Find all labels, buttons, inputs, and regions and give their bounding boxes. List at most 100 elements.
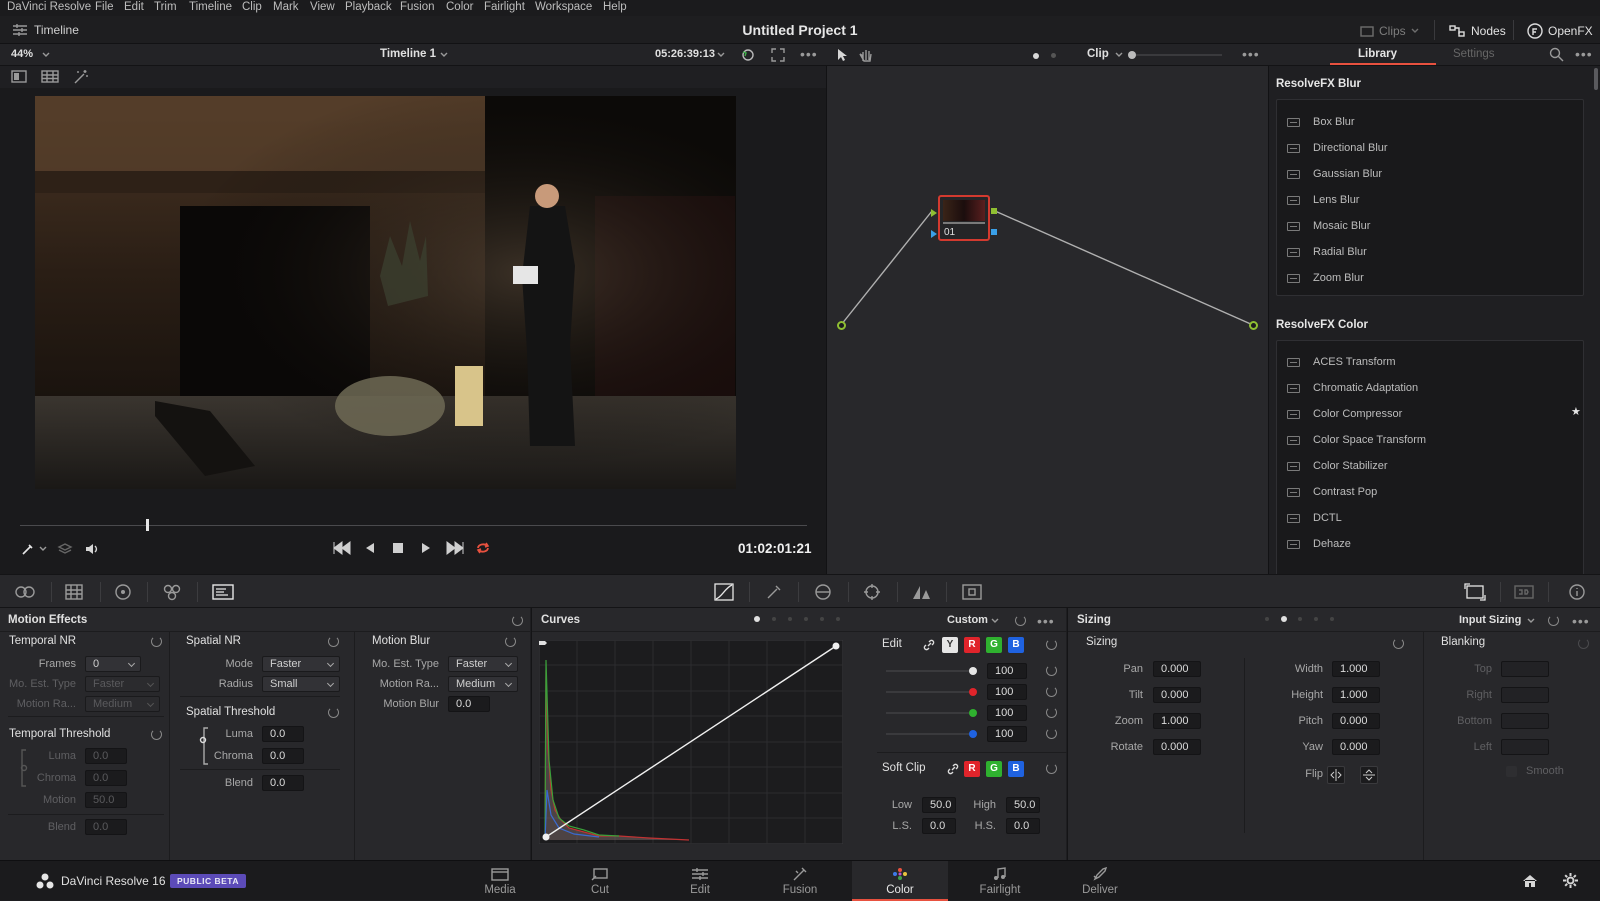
node-zoom-handle[interactable]: [1128, 51, 1136, 59]
timeline-toggle-label[interactable]: Timeline: [34, 23, 79, 37]
chevron-down-icon[interactable]: [440, 52, 448, 58]
blur-icon[interactable]: [911, 583, 931, 601]
smooth-checkbox[interactable]: [1506, 766, 1517, 777]
page-dot[interactable]: [836, 617, 840, 621]
tab-fusion[interactable]: Fusion: [752, 861, 848, 901]
zoom-dropdown[interactable]: 44%: [11, 48, 33, 60]
chevron-down-icon[interactable]: [991, 618, 999, 624]
tt-luma-field[interactable]: 0.0: [85, 748, 127, 764]
g-intensity-field[interactable]: 100: [987, 705, 1027, 721]
page-dot[interactable]: [804, 617, 808, 621]
flip-horizontal-button[interactable]: [1327, 766, 1345, 784]
curves-preset-dropdown[interactable]: Custom: [947, 614, 988, 626]
st-blend-field[interactable]: 0.0: [262, 775, 304, 791]
softclip-g-toggle[interactable]: G: [986, 761, 1002, 777]
chevron-down-icon[interactable]: [1527, 618, 1535, 624]
effect-dctl[interactable]: DCTL: [1287, 505, 1587, 531]
tab-color[interactable]: Color: [852, 861, 948, 901]
menu-color[interactable]: Color: [446, 1, 473, 13]
sizing-mode-dropdown[interactable]: Input Sizing: [1459, 614, 1521, 626]
menu-timeline[interactable]: Timeline: [189, 1, 232, 13]
pointer-icon[interactable]: [835, 48, 849, 62]
reset-icon[interactable]: [151, 636, 162, 647]
effect-chromatic-adaptation[interactable]: Chromatic Adaptation: [1287, 375, 1587, 401]
reset-icon[interactable]: [1046, 707, 1057, 718]
source-timecode[interactable]: 05:26:39:13: [655, 48, 715, 60]
menu-edit[interactable]: Edit: [124, 1, 144, 13]
ls-field[interactable]: 0.0: [922, 818, 956, 834]
node-rgb-output[interactable]: [991, 208, 997, 214]
r-intensity-slider[interactable]: [886, 691, 972, 693]
page-dot[interactable]: [1314, 617, 1318, 621]
softclip-r-toggle[interactable]: R: [964, 761, 980, 777]
magic-wand-icon[interactable]: [73, 69, 89, 84]
effect-zoom-blur[interactable]: Zoom Blur: [1287, 265, 1587, 291]
play-reverse-icon[interactable]: [364, 542, 376, 554]
color-match-icon[interactable]: [64, 583, 84, 601]
b-intensity-field[interactable]: 100: [987, 726, 1027, 742]
page-dot[interactable]: [820, 617, 824, 621]
r-intensity-field[interactable]: 100: [987, 684, 1027, 700]
star-icon[interactable]: ★: [1571, 405, 1581, 418]
gallery-icon[interactable]: [41, 70, 59, 83]
reset-icon[interactable]: [1046, 665, 1057, 676]
tab-fairlight[interactable]: Fairlight: [952, 861, 1048, 901]
effect-box-blur[interactable]: Box Blur: [1287, 109, 1587, 135]
reset-icon[interactable]: [328, 707, 339, 718]
hs-field[interactable]: 0.0: [1006, 818, 1040, 834]
channel-b-toggle[interactable]: B: [1008, 637, 1024, 653]
viewer-options-icon[interactable]: •••: [800, 47, 818, 61]
effect-directional-blur[interactable]: Directional Blur: [1287, 135, 1587, 161]
nodes-button[interactable]: Nodes: [1449, 22, 1506, 40]
zoom-field[interactable]: 1.000: [1153, 713, 1201, 729]
tt-chroma-field[interactable]: 0.0: [85, 770, 127, 786]
sizing-options-icon[interactable]: •••: [1572, 614, 1590, 628]
tt-blend-field[interactable]: 0.0: [85, 819, 127, 835]
st-chroma-field[interactable]: 0.0: [262, 748, 304, 764]
output-port[interactable]: [1249, 321, 1258, 330]
loop-icon[interactable]: [475, 540, 491, 556]
chevron-down-icon[interactable]: [717, 52, 725, 58]
rgb-mixer-icon[interactable]: [162, 583, 182, 601]
menu-clip[interactable]: Clip: [242, 1, 262, 13]
qualifier-icon[interactable]: [765, 583, 783, 601]
skip-to-end-icon[interactable]: [446, 541, 464, 555]
g-intensity-slider[interactable]: [886, 712, 972, 714]
height-field[interactable]: 1.000: [1332, 687, 1380, 703]
effect-contrast-pop[interactable]: Contrast Pop: [1287, 479, 1587, 505]
temporal-motion-range-dropdown[interactable]: Medium: [85, 696, 160, 712]
openfx-button[interactable]: OpenFX: [1527, 22, 1593, 40]
play-icon[interactable]: [420, 542, 432, 554]
r-intensity-handle[interactable]: [969, 688, 977, 696]
video-frame[interactable]: [35, 96, 736, 489]
node-options-icon[interactable]: •••: [1242, 47, 1260, 61]
mb-motion-blur-field[interactable]: 0.0: [448, 696, 490, 712]
effect-color-stabilizer[interactable]: Color Stabilizer: [1287, 453, 1587, 479]
home-icon[interactable]: [1522, 873, 1538, 888]
g-intensity-handle[interactable]: [969, 709, 977, 717]
link-icon[interactable]: [923, 639, 935, 651]
effect-lens-blur[interactable]: Lens Blur: [1287, 187, 1587, 213]
tab-deliver[interactable]: Deliver: [1052, 861, 1148, 901]
flip-vertical-button[interactable]: [1360, 766, 1378, 784]
pitch-field[interactable]: 0.000: [1332, 713, 1380, 729]
node-key-input[interactable]: [931, 230, 937, 238]
power-window-icon[interactable]: [812, 583, 834, 601]
hand-icon[interactable]: [858, 47, 874, 63]
effect-gaussian-blur[interactable]: Gaussian Blur: [1287, 161, 1587, 187]
clips-button[interactable]: Clips: [1360, 22, 1419, 40]
blanking-top-field[interactable]: [1501, 661, 1549, 677]
stop-icon[interactable]: [393, 543, 403, 553]
tab-edit[interactable]: Edit: [652, 861, 748, 901]
effect-radial-blur[interactable]: Radial Blur: [1287, 239, 1587, 265]
3d-icon[interactable]: [1513, 583, 1535, 601]
menu-view[interactable]: View: [310, 1, 335, 13]
search-icon[interactable]: [1549, 47, 1564, 62]
reset-icon[interactable]: [1015, 615, 1026, 626]
app-menu[interactable]: DaVinci Resolve: [7, 1, 91, 13]
menu-trim[interactable]: Trim: [154, 1, 177, 13]
reset-icon[interactable]: [1578, 638, 1589, 649]
page-dot[interactable]: [788, 617, 792, 621]
node-mode-label[interactable]: Clip: [1087, 48, 1109, 60]
node-rgb-input[interactable]: [931, 209, 937, 217]
